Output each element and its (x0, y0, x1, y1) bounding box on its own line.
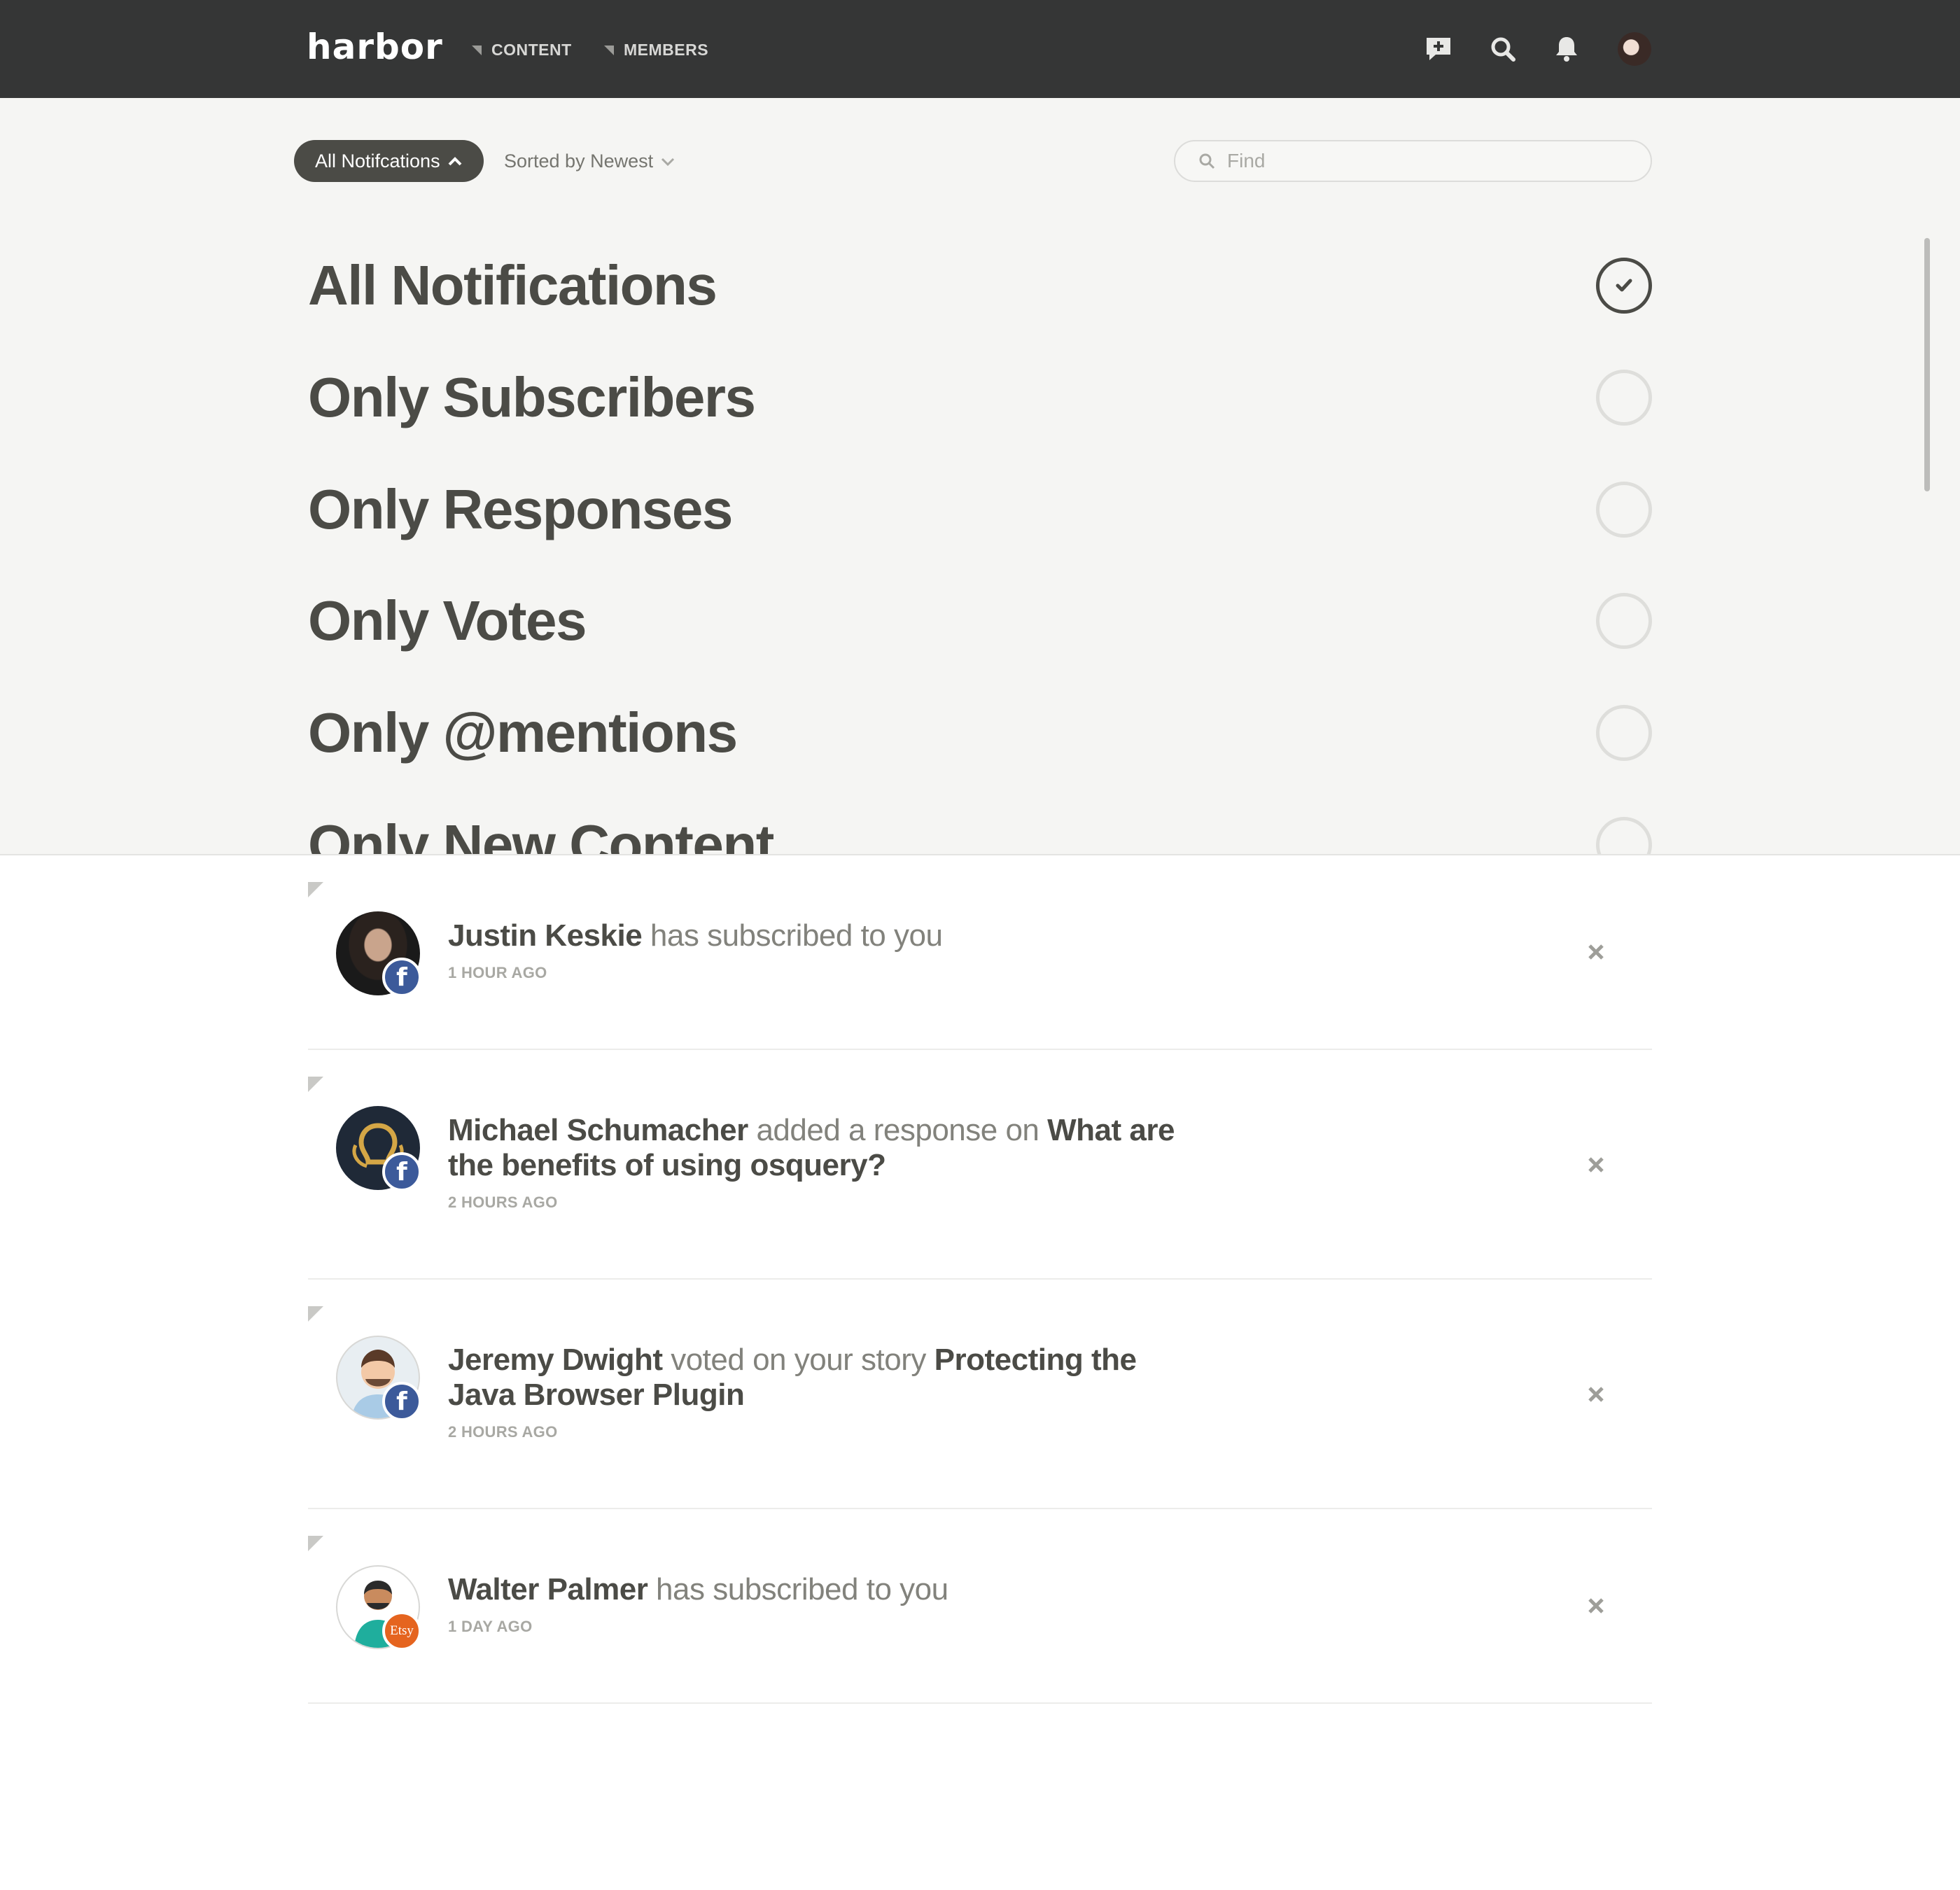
notification-item[interactable]: f Justin Keskie has subscribed to you 1 … (308, 855, 1652, 1050)
sort-dropdown[interactable]: Sorted by Newest (504, 150, 676, 172)
filter-option-mentions[interactable]: Only @mentions (308, 698, 1652, 768)
bell-icon[interactable] (1553, 35, 1581, 63)
chevron-up-icon (448, 157, 461, 166)
filter-option-votes[interactable]: Only Votes (308, 586, 1652, 656)
harbor-logo[interactable]: harbor (307, 27, 443, 67)
find-field[interactable] (1174, 140, 1652, 182)
notification-actor[interactable]: Justin Keskie (448, 918, 643, 953)
nav-content[interactable]: CONTENT (472, 41, 572, 59)
filter-option-all[interactable]: All Notifications (308, 251, 1652, 321)
notification-action: voted on your story (662, 1343, 934, 1377)
nav-members-label: MEMBERS (624, 41, 709, 59)
nav-corner-icon (604, 45, 614, 55)
radio-empty-icon[interactable] (1596, 593, 1652, 649)
filter-option-label: Only @mentions (308, 701, 738, 764)
new-post-icon[interactable] (1424, 35, 1452, 63)
nav-content-label: CONTENT (491, 41, 572, 59)
notification-time: 2 HOURS AGO (448, 1194, 558, 1211)
notification-time: 1 DAY AGO (448, 1618, 533, 1635)
notification-time: 1 HOUR AGO (448, 964, 547, 981)
filter-option-label: Only Votes (308, 589, 587, 652)
nav-members[interactable]: MEMBERS (604, 41, 708, 59)
search-icon (1199, 153, 1215, 169)
notification-item[interactable]: Etsy Walter Palmer has subscribed to you… (308, 1509, 1652, 1704)
filter-panel: All Notifcations Sorted by Newest All No… (0, 98, 1960, 855)
notification-action: has subscribed to you (648, 1572, 948, 1606)
notification-action: added a response on (748, 1113, 1048, 1147)
user-avatar[interactable] (1618, 32, 1651, 66)
filter-pill-label: All Notifcations (315, 150, 440, 172)
notification-time: 2 HOURS AGO (448, 1423, 558, 1441)
panel-scrollbar[interactable] (1924, 238, 1930, 491)
close-icon[interactable] (1583, 939, 1609, 965)
close-icon[interactable] (1583, 1152, 1609, 1177)
radio-empty-icon[interactable] (1596, 482, 1652, 538)
notification-item[interactable]: f Jeremy Dwight voted on your story Prot… (308, 1280, 1652, 1509)
facebook-badge-icon: f (382, 1152, 421, 1191)
radio-empty-icon[interactable] (1596, 705, 1652, 761)
avatar[interactable]: f (336, 911, 421, 997)
filter-option-responses[interactable]: Only Responses (308, 475, 1652, 545)
radio-checked-icon[interactable] (1596, 258, 1652, 314)
notification-actor[interactable]: Walter Palmer (448, 1572, 648, 1606)
unread-corner-icon (308, 1306, 323, 1322)
avatar[interactable]: f (336, 1336, 421, 1421)
find-input[interactable] (1227, 150, 1619, 172)
facebook-badge-icon: f (382, 958, 421, 997)
avatar[interactable]: f (336, 1106, 421, 1191)
etsy-badge-icon: Etsy (382, 1611, 421, 1651)
notification-text: Michael Schumacher added a response on W… (448, 1113, 1190, 1183)
close-icon[interactable] (1583, 1593, 1609, 1618)
filter-option-label: Only Responses (308, 478, 733, 540)
notification-actor[interactable]: Michael Schumacher (448, 1113, 748, 1147)
unread-corner-icon (308, 1536, 323, 1551)
notification-text: Jeremy Dwight voted on your story Protec… (448, 1343, 1190, 1413)
facebook-badge-icon: f (382, 1382, 421, 1421)
filter-option-subscribers[interactable]: Only Subscribers (308, 363, 1652, 433)
unread-corner-icon (308, 1077, 323, 1092)
sort-label: Sorted by Newest (504, 150, 654, 172)
notification-item[interactable]: f Michael Schumacher added a response on… (308, 1050, 1652, 1280)
filter-option-label: Only New Content (308, 813, 774, 855)
radio-empty-icon[interactable] (1596, 370, 1652, 426)
close-icon[interactable] (1583, 1382, 1609, 1407)
notification-text: Justin Keskie has subscribed to you (448, 918, 1190, 953)
filter-option-label: Only Subscribers (308, 366, 756, 428)
notification-actor[interactable]: Jeremy Dwight (448, 1343, 663, 1377)
top-bar: harbor CONTENT MEMBERS (0, 0, 1960, 98)
notification-action: has subscribed to you (642, 918, 943, 953)
nav-corner-icon (472, 45, 482, 55)
filter-option-new-content[interactable]: Only New Content (308, 810, 1652, 855)
notification-text: Walter Palmer has subscribed to you (448, 1572, 1190, 1607)
filter-option-label: All Notifications (308, 254, 718, 316)
filter-dropdown-pill[interactable]: All Notifcations (294, 140, 484, 182)
avatar[interactable]: Etsy (336, 1565, 421, 1651)
unread-corner-icon (308, 882, 323, 897)
chevron-down-icon (662, 158, 675, 166)
search-icon[interactable] (1489, 35, 1517, 63)
radio-empty-icon[interactable] (1596, 817, 1652, 854)
